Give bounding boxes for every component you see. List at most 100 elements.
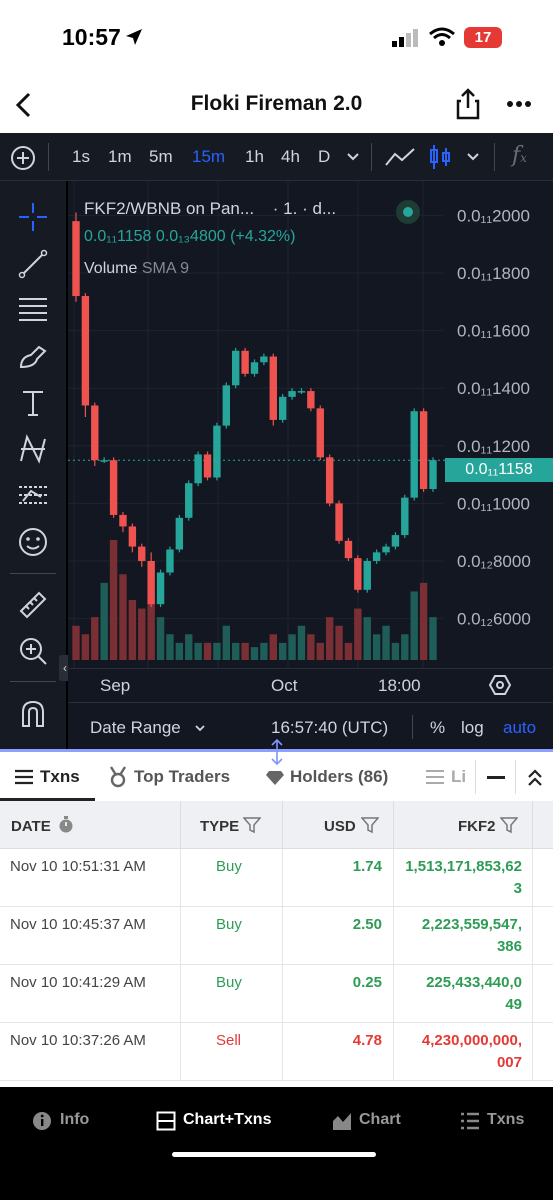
tab-txns[interactable]: Txns xyxy=(0,752,95,801)
candle-body[interactable] xyxy=(213,425,221,478)
candle-body[interactable] xyxy=(382,546,390,553)
candle-body[interactable] xyxy=(278,396,287,420)
candle-body[interactable] xyxy=(354,558,362,590)
candle-body[interactable] xyxy=(419,411,428,489)
volume-bar xyxy=(335,625,343,660)
text-tool-icon[interactable] xyxy=(17,387,49,419)
add-indicator-icon[interactable] xyxy=(10,145,36,171)
candle-body[interactable] xyxy=(203,454,212,478)
line-chart-type-icon[interactable] xyxy=(384,145,416,169)
candle-body[interactable] xyxy=(156,572,165,605)
timeframe-dropdown-chevron-icon[interactable] xyxy=(346,151,360,163)
zoom-in-icon[interactable] xyxy=(17,635,49,667)
candle-body[interactable] xyxy=(147,561,155,605)
magnet-icon[interactable] xyxy=(17,698,49,730)
row-amount-line2: 49 xyxy=(505,996,522,1013)
table-row[interactable]: Nov 10 10:45:37 AM Buy 2.50 2,223,559,547, 3… xyxy=(0,907,553,965)
candle-body[interactable] xyxy=(232,350,240,386)
filter-usd-icon[interactable] xyxy=(361,816,379,834)
timeframe-4h[interactable]: 4h xyxy=(281,147,300,167)
pattern-tool-icon[interactable] xyxy=(17,433,49,465)
forecast-tool-icon[interactable] xyxy=(17,479,49,511)
expand-up-icon[interactable] xyxy=(526,768,544,788)
candle-body[interactable] xyxy=(260,356,268,363)
resize-handle-icon[interactable] xyxy=(268,738,286,766)
timeframe-D[interactable]: D xyxy=(318,147,330,167)
volume-bar xyxy=(344,642,353,660)
candle-body[interactable] xyxy=(297,391,306,393)
stopwatch-icon[interactable] xyxy=(58,816,74,834)
table-row[interactable]: Nov 10 10:51:31 AM Buy 1.74 1,513,171,853,6… xyxy=(0,849,553,907)
tab-top-traders[interactable]: Top Traders xyxy=(108,752,258,801)
tab-txns-label: Txns xyxy=(40,767,80,786)
candle-body[interactable] xyxy=(288,391,296,397)
candle-body[interactable] xyxy=(344,540,353,559)
table-row[interactable]: Nov 10 10:37:26 AM Sell 4.78 4,230,000,000,… xyxy=(0,1023,553,1081)
row-usd: 1.74 xyxy=(352,858,382,875)
location-arrow-icon xyxy=(126,29,142,45)
candle-body[interactable] xyxy=(241,350,249,374)
timeframe-5m[interactable]: 5m xyxy=(149,147,173,167)
timeframe-15m[interactable]: 15m xyxy=(192,147,225,167)
candle-body[interactable] xyxy=(185,483,193,518)
candle-body[interactable] xyxy=(72,221,80,297)
percent-scale-toggle[interactable]: % xyxy=(430,718,445,738)
log-scale-toggle[interactable]: log xyxy=(461,718,484,738)
candlestick-chart-type-icon[interactable] xyxy=(428,143,452,171)
price-chart[interactable]: 0.0₁₁2000 0.0₁₁1800 0.0₁₁1600 0.0₁₁1400 0.0₁… xyxy=(68,181,553,668)
candle-body[interactable] xyxy=(372,552,381,561)
candle-body[interactable] xyxy=(335,503,343,541)
candle-body[interactable] xyxy=(410,411,418,498)
chart-settings-icon[interactable] xyxy=(488,673,512,697)
candle-body[interactable] xyxy=(119,514,127,527)
timeframe-1s[interactable]: 1s xyxy=(72,147,90,167)
candle-body[interactable] xyxy=(363,561,371,590)
row-amount-line1: 225,433,440,0 xyxy=(426,974,522,991)
candle-body[interactable] xyxy=(250,362,259,374)
volume-bar xyxy=(410,591,418,660)
volume-bar xyxy=(297,625,306,660)
auto-scale-toggle[interactable]: auto xyxy=(503,718,536,738)
filter-type-icon[interactable] xyxy=(243,816,261,834)
date-range-chevron-icon[interactable] xyxy=(194,723,206,733)
candle-body[interactable] xyxy=(269,356,277,420)
trend-line-icon[interactable] xyxy=(17,248,49,280)
candle-body[interactable] xyxy=(100,460,108,462)
candle-body[interactable] xyxy=(109,460,118,515)
minimize-icon[interactable] xyxy=(487,776,505,780)
candle-body[interactable] xyxy=(391,535,400,547)
date-range-button[interactable]: Date Range xyxy=(90,718,181,738)
candle-body[interactable] xyxy=(307,391,315,409)
column-divider xyxy=(282,907,283,965)
table-row[interactable]: Nov 10 10:41:29 AM Buy 0.25 225,433,440,0 49 xyxy=(0,965,553,1023)
volume-bar xyxy=(128,600,137,660)
candle-body[interactable] xyxy=(316,408,324,458)
candle-body[interactable] xyxy=(222,385,231,426)
more-options-icon[interactable] xyxy=(506,100,532,108)
crosshair-icon[interactable] xyxy=(17,201,49,233)
candle-body[interactable] xyxy=(91,405,99,461)
candle-body[interactable] xyxy=(138,546,146,561)
tab-liquidity[interactable]: Li xyxy=(425,752,475,801)
emoji-sticker-icon[interactable] xyxy=(17,526,49,558)
volume-sma-label: SMA 9 xyxy=(141,260,189,277)
brush-icon[interactable] xyxy=(17,341,49,373)
chart-type-dropdown-chevron-icon[interactable] xyxy=(466,151,480,163)
tab-holders[interactable]: Holders (86) xyxy=(265,752,405,801)
candle-body[interactable] xyxy=(166,549,174,573)
candle-body[interactable] xyxy=(401,497,409,536)
candlestick-chart[interactable]: 0.0₁₁2000 0.0₁₁1800 0.0₁₁1600 0.0₁₁1400 0.0₁… xyxy=(68,181,553,668)
candle-body[interactable] xyxy=(325,457,334,504)
indicators-fx-icon[interactable]: fx xyxy=(512,143,527,168)
candle-body[interactable] xyxy=(81,296,90,406)
candle-body[interactable] xyxy=(429,460,437,489)
ruler-measure-icon[interactable] xyxy=(17,589,49,621)
filter-token-icon[interactable] xyxy=(500,816,518,834)
timeframe-1h[interactable]: 1h xyxy=(245,147,264,167)
candle-body[interactable] xyxy=(194,454,202,484)
share-icon[interactable] xyxy=(455,88,481,120)
candle-body[interactable] xyxy=(175,517,184,550)
fib-retracement-icon[interactable] xyxy=(17,294,49,326)
timeframe-1m[interactable]: 1m xyxy=(108,147,132,167)
candle-body[interactable] xyxy=(128,526,137,547)
